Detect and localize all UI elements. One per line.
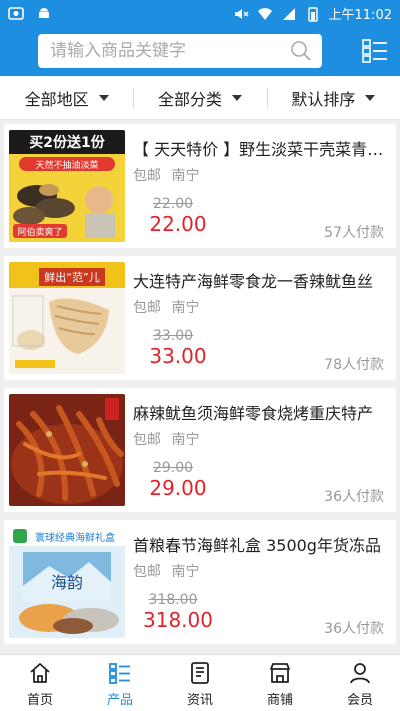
shop-icon xyxy=(270,663,290,683)
shipping-label: 包邮 xyxy=(133,564,161,580)
product-card[interactable]: 鲜出“范”儿 大连特产海鲜零食龙一香辣鱿鱼丝 包邮 南宁 33.00 33.00… xyxy=(4,256,396,380)
shipping-label: 包邮 xyxy=(133,300,161,316)
original-price: 318.00 xyxy=(148,592,198,608)
wifi-icon xyxy=(257,7,272,20)
signal-icon xyxy=(282,7,295,20)
tab-member[interactable]: 会员 xyxy=(320,655,400,711)
product-price: 29.00 xyxy=(149,476,207,500)
sold-count: 57人付款 xyxy=(324,225,384,241)
filter-region[interactable]: 全部地区 xyxy=(0,76,133,119)
image-text: 买2份送1份 xyxy=(29,134,105,151)
product-meta: 包邮 南宁 xyxy=(133,429,199,449)
original-price: 22.00 xyxy=(152,196,194,212)
list-icon xyxy=(109,663,130,684)
filter-label: 默认排序 xyxy=(291,89,356,109)
product-meta: 包邮 南宁 xyxy=(133,297,199,317)
filter-category[interactable]: 全部分类 xyxy=(133,76,266,119)
product-price: 318.00 xyxy=(143,608,213,632)
product-image-spicy-squid[interactable] xyxy=(9,394,125,506)
search-input[interactable] xyxy=(38,34,268,68)
tab-shop[interactable]: 商铺 xyxy=(240,655,320,711)
tab-products[interactable]: 产品 xyxy=(80,655,160,711)
tab-label: 会员 xyxy=(346,693,373,708)
location-label: 南宁 xyxy=(171,564,200,580)
filter-bar: 全部地区 全部分类 默认排序 xyxy=(0,76,400,120)
product-card[interactable]: 买2份送1份 天然不抽油淡菜 阿伯卖爽了 【 天天特价 】野生淡菜干壳菜青口贝 … xyxy=(4,124,396,248)
sold-count: 36人付款 xyxy=(324,489,384,505)
location-label: 南宁 xyxy=(171,300,200,316)
caret-down-icon xyxy=(365,94,376,101)
image-text: 寰球经典海鲜礼盒 xyxy=(35,531,115,544)
tab-home[interactable]: 首页 xyxy=(0,655,80,711)
user-icon xyxy=(350,663,370,684)
mute-icon xyxy=(234,8,249,19)
filter-label: 全部地区 xyxy=(24,89,89,109)
caret-down-icon xyxy=(232,94,242,101)
tab-news[interactable]: 资讯 xyxy=(160,655,240,711)
product-meta: 包邮 南宁 xyxy=(133,561,199,581)
shipping-label: 包邮 xyxy=(133,432,161,448)
product-title[interactable]: 麻辣鱿鱼须海鲜零食烧烤重庆特产 xyxy=(133,400,385,424)
screenshot-icon xyxy=(8,7,24,20)
caret-down-icon xyxy=(98,94,109,101)
sold-count: 78人付款 xyxy=(324,357,384,373)
status-bar: 上午11:02 xyxy=(0,0,400,28)
product-card[interactable]: 寰球经典海鲜礼盒 海韵 首粮春节海鲜礼盒 3500g年货冻品 包邮 南宁 318… xyxy=(4,520,396,644)
product-image-seafood-gift-box[interactable]: 寰球经典海鲜礼盒 海韵 xyxy=(9,526,125,638)
product-image-mussels[interactable]: 买2份送1份 天然不抽油淡菜 阿伯卖爽了 xyxy=(9,130,125,242)
image-text: 鲜出“范”儿 xyxy=(44,270,99,284)
image-text: 阿伯卖爽了 xyxy=(17,226,62,238)
product-price: 22.00 xyxy=(149,212,207,236)
product-card[interactable]: 麻辣鱿鱼须海鲜零食烧烤重庆特产 包邮 南宁 29.00 29.00 36人付款 xyxy=(4,388,396,512)
search-icon[interactable] xyxy=(290,40,312,62)
product-title[interactable]: 【 天天特价 】野生淡菜干壳菜青口贝 xyxy=(133,136,385,160)
filter-label: 全部分类 xyxy=(157,89,222,109)
filter-sort[interactable]: 默认排序 xyxy=(266,76,400,119)
tab-label: 产品 xyxy=(106,693,133,708)
home-icon xyxy=(30,663,50,683)
header xyxy=(0,28,400,76)
android-icon xyxy=(39,8,49,18)
product-title[interactable]: 大连特产海鲜零食龙一香辣鱿鱼丝 xyxy=(133,268,385,292)
product-meta: 包邮 南宁 xyxy=(133,165,199,185)
product-image-squid-shreds[interactable]: 鲜出“范”儿 xyxy=(9,262,125,374)
search-box[interactable] xyxy=(38,34,322,68)
tab-label: 商铺 xyxy=(266,693,293,708)
category-menu-icon[interactable] xyxy=(360,36,390,66)
location-label: 南宁 xyxy=(171,432,200,448)
tab-label: 首页 xyxy=(26,693,53,708)
bottom-tab-bar: 首页 产品 资讯 商铺 会员 xyxy=(0,654,400,711)
image-text: 天然不抽油淡菜 xyxy=(35,159,98,171)
shipping-label: 包邮 xyxy=(133,168,161,184)
status-time: 上午11:02 xyxy=(328,8,392,23)
battery-icon xyxy=(307,6,318,22)
product-price: 33.00 xyxy=(149,344,207,368)
image-text: 海韵 xyxy=(51,573,83,592)
tab-label: 资讯 xyxy=(186,693,213,708)
original-price: 33.00 xyxy=(152,328,194,344)
original-price: 29.00 xyxy=(152,460,194,476)
news-icon xyxy=(191,662,209,684)
product-title[interactable]: 首粮春节海鲜礼盒 3500g年货冻品 xyxy=(133,532,385,556)
location-label: 南宁 xyxy=(171,168,200,184)
sold-count: 36人付款 xyxy=(324,621,384,637)
